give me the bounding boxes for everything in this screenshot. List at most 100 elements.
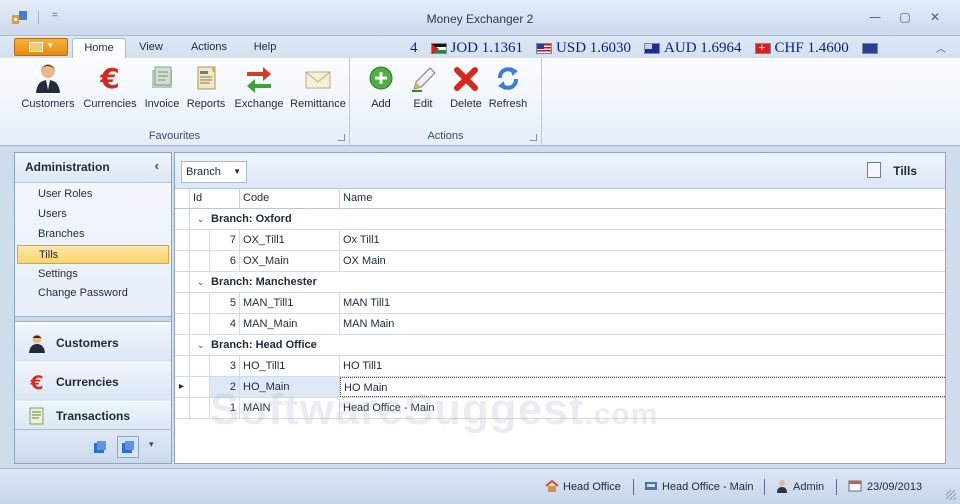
cell-name[interactable]: MAN Till1 — [340, 293, 945, 313]
nav-options-chevron-down-icon[interactable]: ▾ — [149, 439, 154, 450]
favourites-dialog-launcher-icon[interactable] — [338, 134, 345, 141]
delete-button[interactable]: Delete — [446, 61, 486, 117]
grid-body: ⌄ Branch: Oxford 7 OX_Till1 Ox Till1 6 OX_Main… — [175, 209, 945, 419]
rate-aud: AUD 1.6964 — [644, 40, 742, 57]
cell-id[interactable]: 5 — [210, 293, 240, 313]
home-icon — [545, 479, 559, 492]
cell-id[interactable]: 3 — [210, 356, 240, 376]
navigation-pane: Administration ‹ User Roles Users Branch… — [14, 152, 172, 464]
column-header-name[interactable]: Name — [340, 189, 945, 209]
cell-name[interactable]: Ox Till1 — [340, 230, 945, 250]
cell-name[interactable]: Head Office - Main — [340, 398, 945, 418]
nav-header-title: Administration — [25, 160, 110, 174]
large-icon-view-button[interactable] — [117, 436, 139, 458]
cell-name[interactable]: MAN Main — [340, 314, 945, 334]
cell-code[interactable]: MAIN — [240, 398, 340, 418]
actions-dialog-launcher-icon[interactable] — [530, 134, 537, 141]
customers-button[interactable]: Customers — [21, 61, 75, 117]
reports-button[interactable]: Reports — [186, 61, 226, 117]
application-menu-button[interactable]: ▾ — [14, 38, 68, 56]
actions-group: Add Edit Delete Refresh Actions — [350, 58, 542, 146]
nav-item-settings[interactable]: Settings — [17, 265, 169, 284]
group-by-branch-dropdown[interactable]: Branch ▼ — [181, 161, 247, 183]
small-icon-view-icon[interactable] — [93, 440, 107, 454]
column-header-id[interactable]: Id — [190, 189, 240, 209]
table-row[interactable]: ▸ 2 HO_Main HO Main — [175, 377, 945, 398]
ribbon: Customers € Currencies Invoice Reports E… — [0, 58, 960, 146]
edit-button[interactable]: Edit — [406, 61, 440, 117]
nav-group-customers[interactable]: Customers — [15, 324, 171, 362]
group-row[interactable]: ⌄ Branch: Oxford — [175, 209, 945, 230]
collapse-nav-icon[interactable]: ‹ — [155, 158, 159, 173]
usa-flag-icon — [536, 42, 553, 54]
exchange-button[interactable]: Exchange — [234, 61, 284, 117]
resize-grip-icon[interactable] — [946, 490, 956, 500]
group-row[interactable]: ⌄ Branch: Manchester — [175, 272, 945, 293]
cell-id[interactable]: 4 — [210, 314, 240, 334]
close-button[interactable]: ✕ — [924, 9, 946, 25]
customer-icon — [29, 334, 45, 353]
collapse-ribbon-icon[interactable]: ︿ — [936, 40, 946, 55]
nav-splitter[interactable] — [15, 316, 171, 322]
cell-id[interactable]: 7 — [210, 230, 240, 250]
nav-group-transactions[interactable]: Transactions — [15, 402, 171, 430]
maximize-button[interactable]: ▢ — [894, 9, 916, 25]
table-row[interactable]: 1 MAIN Head Office - Main — [175, 398, 945, 419]
table-row[interactable]: 3 HO_Till1 HO Till1 — [175, 356, 945, 377]
window-title: Money Exchanger 2 — [426, 12, 534, 26]
cell-code[interactable]: OX_Till1 — [240, 230, 340, 250]
group-expand-chevron-icon[interactable]: ⌄ — [197, 209, 205, 229]
exchange-icon — [247, 67, 271, 93]
favourites-group: Customers € Currencies Invoice Reports E… — [0, 58, 350, 146]
cell-name[interactable]: HO Till1 — [340, 356, 945, 376]
refresh-button[interactable]: Refresh — [488, 61, 528, 117]
nav-item-change-password[interactable]: Change Password — [17, 284, 169, 303]
tab-home[interactable]: Home — [72, 38, 126, 58]
nav-item-list: User Roles Users Branches Tills Settings… — [15, 183, 171, 317]
cell-id[interactable]: 2 — [210, 377, 240, 397]
cell-code[interactable]: MAN_Main — [240, 314, 340, 334]
tab-help[interactable]: Help — [246, 38, 284, 58]
table-row[interactable]: 5 MAN_Till1 MAN Till1 — [175, 293, 945, 314]
group-row-label: Branch: Manchester — [211, 276, 317, 288]
cell-code[interactable]: HO_Main — [240, 377, 340, 397]
exchange-rate-ticker: 4 JOD 1.1361 USD 1.6030 AUD 1.6964 CHF 1… — [410, 38, 882, 58]
group-by-label: Branch — [186, 166, 221, 178]
nav-item-tills[interactable]: Tills — [17, 245, 169, 264]
group-indent — [190, 314, 210, 334]
status-user-text: Admin — [793, 481, 825, 493]
cell-code[interactable]: MAN_Till1 — [240, 293, 340, 313]
minimize-button[interactable]: — — [864, 9, 886, 25]
table-row[interactable]: 6 OX_Main OX Main — [175, 251, 945, 272]
currencies-button[interactable]: € Currencies — [83, 61, 136, 117]
actions-group-label: Actions — [427, 130, 464, 142]
status-separator — [836, 479, 837, 495]
invoice-button[interactable]: Invoice — [142, 61, 182, 117]
cell-id[interactable]: 1 — [210, 398, 240, 418]
work-area: Administration ‹ User Roles Users Branch… — [0, 146, 960, 468]
chevron-down-icon: ▼ — [233, 167, 241, 176]
group-row[interactable]: ⌄ Branch: Head Office — [175, 335, 945, 356]
remittance-button[interactable]: Remittance — [290, 61, 346, 117]
nav-item-branches[interactable]: Branches — [17, 225, 169, 244]
table-row[interactable]: 7 OX_Till1 Ox Till1 — [175, 230, 945, 251]
cell-name[interactable]: OX Main — [340, 251, 945, 271]
cell-code[interactable]: OX_Main — [240, 251, 340, 271]
table-row[interactable]: 4 MAN_Main MAN Main — [175, 314, 945, 335]
cell-id[interactable]: 6 — [210, 251, 240, 271]
group-indent — [190, 251, 210, 271]
group-expand-chevron-icon[interactable]: ⌄ — [197, 272, 205, 292]
currencies-button-label: Currencies — [83, 98, 137, 110]
cell-name[interactable]: HO Main — [340, 377, 945, 397]
group-expand-chevron-icon[interactable]: ⌄ — [197, 335, 205, 355]
add-button[interactable]: Add — [364, 61, 398, 117]
nav-item-users[interactable]: Users — [17, 205, 169, 224]
cell-code[interactable]: HO_Till1 — [240, 356, 340, 376]
tab-view[interactable]: View — [132, 38, 170, 58]
nav-group-transactions-label: Transactions — [56, 409, 131, 423]
column-header-code[interactable]: Code — [240, 189, 340, 209]
row-indicator — [175, 209, 190, 229]
nav-group-currencies[interactable]: € Currencies — [15, 363, 171, 401]
tab-actions[interactable]: Actions — [184, 38, 234, 58]
nav-item-user-roles[interactable]: User Roles — [17, 185, 169, 204]
